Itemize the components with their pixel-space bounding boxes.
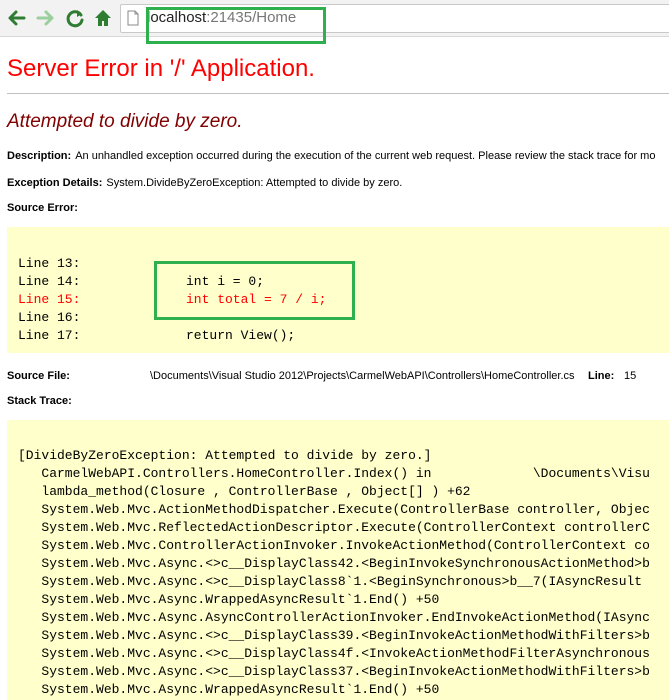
- error-message: Attempted to divide by zero.: [7, 111, 243, 132]
- stack-line: [DivideByZeroException: Attempted to div…: [18, 448, 432, 463]
- description-row: Description: An unhandled exception occur…: [7, 150, 655, 162]
- stack-line: System.Web.Mvc.ControllerActionInvoker.I…: [18, 538, 650, 553]
- line-label: Line 13:: [18, 256, 81, 271]
- description-label: Description:: [7, 150, 72, 162]
- stack-line: System.Web.Mvc.Async.WrappedAsyncResult`…: [18, 682, 440, 697]
- line-label: Line:: [588, 370, 615, 382]
- stack-line: System.Web.Mvc.Async.<>c__DisplayClass39…: [18, 628, 650, 643]
- source-error-label: Source Error:: [7, 202, 78, 214]
- stack-line: System.Web.Mvc.Async.<>c__DisplayClass42…: [18, 556, 650, 571]
- stack-trace-heading: Stack Trace:: [7, 395, 76, 407]
- url-highlight-box: [146, 7, 326, 44]
- browser-toolbar: localhost:21435/Home: [0, 0, 669, 37]
- stack-line: System.Web.Mvc.ActionMethodDispatcher.Ex…: [18, 502, 650, 517]
- source-line: Line 17: return View();: [18, 327, 295, 345]
- stack-line: System.Web.Mvc.Async.AsyncControllerActi…: [18, 610, 650, 625]
- source-error-heading: Source Error:: [7, 202, 82, 214]
- stack-line: System.Web.Mvc.Async.<>c__DisplayClass8`…: [18, 574, 650, 589]
- stack-line: CarmelWebAPI.Controllers.HomeController.…: [18, 466, 650, 481]
- source-file-row: Source File: \Documents\Visual Studio 20…: [7, 370, 669, 382]
- exception-text: System.DivideByZeroException: Attempted …: [106, 177, 403, 189]
- stack-line: System.Web.Mvc.ReflectedActionDescriptor…: [18, 520, 650, 535]
- source-line: Line 14: int i = 0;: [18, 273, 264, 291]
- code-highlight-box: [154, 261, 355, 320]
- stack-line: System.Web.Mvc.Async.<>c__DisplayClass4f…: [18, 646, 650, 661]
- line-label: Line 17:: [18, 328, 81, 343]
- exception-row: Exception Details: System.DivideByZeroExc…: [7, 177, 402, 189]
- stack-trace-box: [DivideByZeroException: Attempted to div…: [7, 420, 669, 700]
- source-line: Line 13:: [18, 255, 80, 273]
- description-text: An unhandled exception occurred during t…: [75, 150, 656, 162]
- stack-line: System.Web.Mvc.Async.<>c__DisplayClass37…: [18, 664, 650, 679]
- line-label: Line 16:: [18, 310, 81, 325]
- source-line: Line 16:: [18, 309, 80, 327]
- stack-trace-label: Stack Trace:: [7, 395, 72, 407]
- stack-line: lambda_method(Closure , ControllerBase ,…: [18, 484, 471, 499]
- line-code: return View();: [186, 328, 296, 343]
- page-title: Server Error in '/' Application.: [7, 55, 315, 82]
- page-icon: [127, 10, 139, 26]
- line-label: Line 15:: [18, 292, 81, 307]
- exception-label: Exception Details:: [7, 177, 103, 189]
- line-label: Line 14:: [18, 274, 81, 289]
- divider: [7, 93, 669, 94]
- source-line-error: Line 15: int total = 7 / i;: [18, 291, 326, 309]
- stack-line: System.Web.Mvc.Async.WrappedAsyncResult`…: [18, 592, 440, 607]
- home-icon[interactable]: [92, 7, 114, 29]
- source-file-path: \Documents\Visual Studio 2012\Projects\C…: [150, 370, 575, 382]
- source-file-label: Source File:: [7, 370, 70, 382]
- forward-icon[interactable]: [35, 7, 57, 29]
- reload-icon[interactable]: [64, 7, 86, 29]
- back-icon[interactable]: [5, 7, 27, 29]
- line-number: 15: [624, 370, 637, 382]
